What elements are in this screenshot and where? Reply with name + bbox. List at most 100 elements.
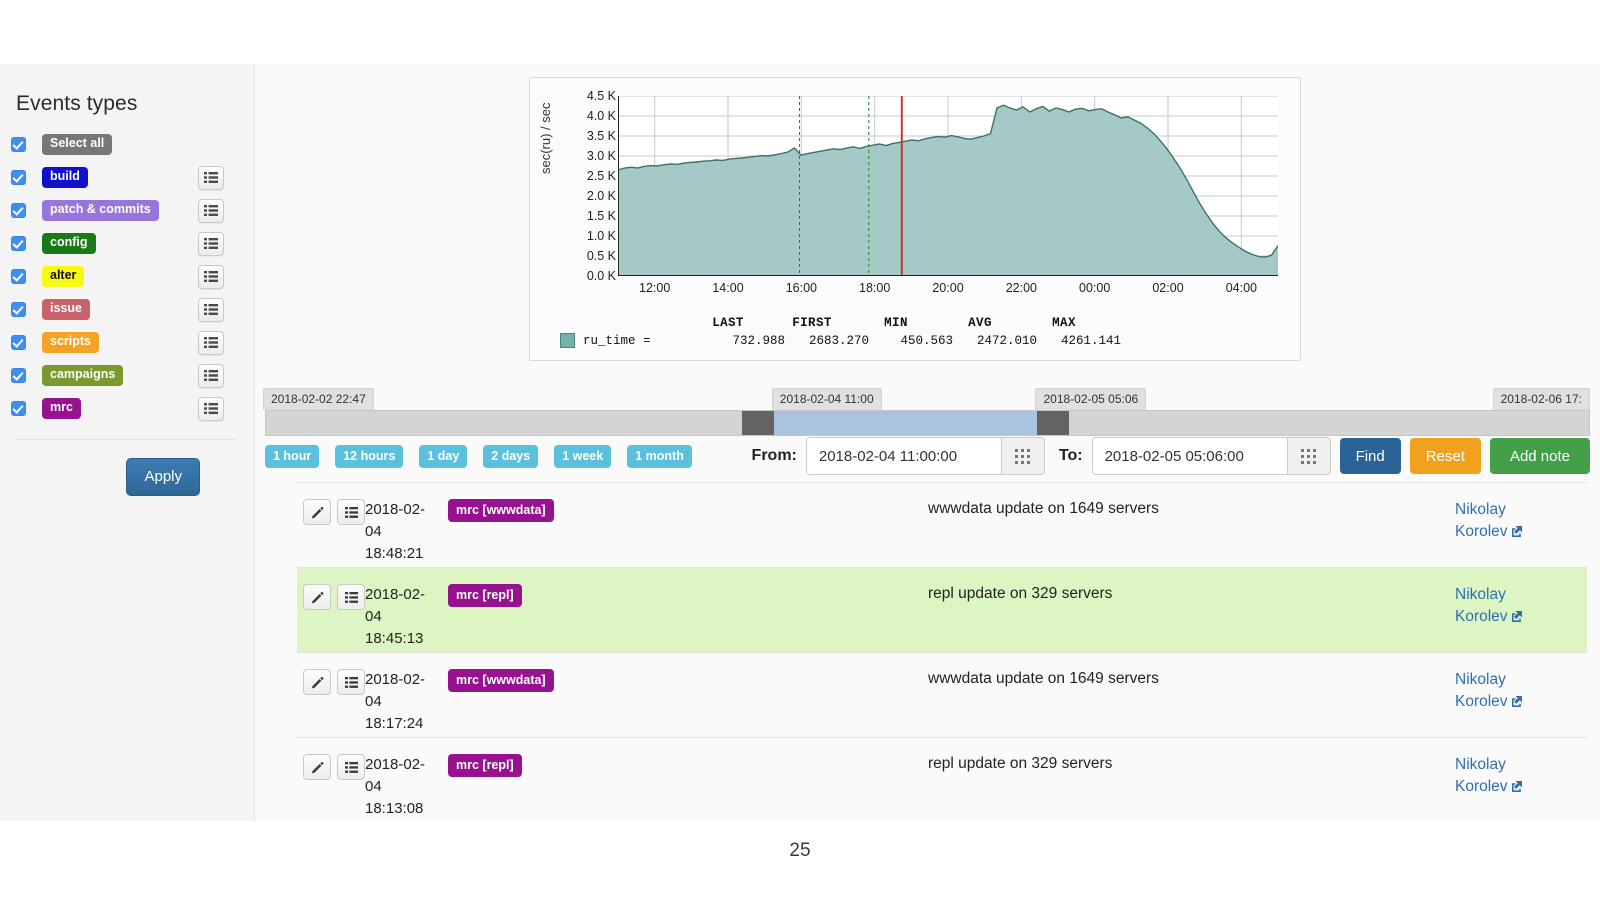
apply-button[interactable]: Apply xyxy=(126,458,200,496)
timeline-label-from: 2018-02-04 11:00 xyxy=(771,388,882,410)
x-tick-label: 02:00 xyxy=(1152,281,1184,295)
checkbox-config[interactable] xyxy=(11,236,26,251)
quick-range-12-hours[interactable]: 12 hours xyxy=(335,444,404,468)
page-number: 25 xyxy=(789,840,811,861)
row-timestamp: 2018-02- 04 18:17:24 xyxy=(365,669,440,735)
series-avg-value: 2472.010 xyxy=(976,333,1037,348)
status-badge[interactable]: mrc [wwwdata] xyxy=(448,499,554,522)
pencil-icon[interactable] xyxy=(303,584,331,610)
list-icon[interactable] xyxy=(198,297,224,322)
external-link-icon[interactable] xyxy=(1508,608,1523,625)
y-tick-label: 1.0 K xyxy=(586,229,616,243)
row-timestamp-part: 18:45:13 xyxy=(365,630,424,647)
external-link-icon[interactable] xyxy=(1508,693,1523,710)
timeline-label-end: 2018-02-06 17: xyxy=(1492,388,1590,410)
timeline-handle-right[interactable] xyxy=(1037,411,1070,435)
event-type-label[interactable]: issue xyxy=(42,299,90,320)
event-type-row-issue: issue xyxy=(0,293,254,326)
timeline-label-to: 2018-02-05 05:06 xyxy=(1035,388,1147,410)
events-table: 2018-02- 04 18:48:21 mrc [wwwdata] wwwdata u… xyxy=(297,482,1587,822)
event-type-row-scripts: scripts xyxy=(0,326,254,359)
event-type-label[interactable]: campaigns xyxy=(42,365,124,386)
row-author-last-wrap: Korolev xyxy=(1455,776,1587,798)
row-timestamp: 2018-02- 04 18:45:13 xyxy=(365,584,440,650)
metrics-chart-card: sec(ru) / sec 0.0 K 0.5 K 1.0 K 1.5 K 2.0 K2… xyxy=(529,77,1301,361)
event-type-label[interactable]: Select all xyxy=(42,134,113,155)
row-author-link[interactable]: Nikolay Korolev xyxy=(1455,584,1587,628)
reset-button[interactable]: Reset xyxy=(1409,438,1481,474)
quick-range-1-hour[interactable]: 1 hour xyxy=(265,444,320,468)
find-button[interactable]: Find xyxy=(1339,438,1401,474)
row-author-link[interactable]: Nikolay Korolev xyxy=(1455,669,1587,713)
list-icon[interactable] xyxy=(337,754,365,780)
row-timestamp-part: 18:48:21 xyxy=(365,545,424,562)
to-date-input[interactable] xyxy=(1092,438,1287,474)
list-icon[interactable] xyxy=(337,584,365,610)
y-tick-label: 2.5 K xyxy=(586,169,616,183)
list-icon[interactable] xyxy=(337,499,365,525)
pencil-icon[interactable] xyxy=(303,754,331,780)
row-author-link[interactable]: Nikolay Korolev xyxy=(1455,499,1587,543)
event-type-label[interactable]: mrc xyxy=(42,398,81,419)
row-author-last-wrap: Korolev xyxy=(1455,691,1587,713)
status-badge[interactable]: mrc [repl] xyxy=(448,754,522,777)
event-type-row-alter: alter xyxy=(0,260,254,293)
list-icon[interactable] xyxy=(198,165,224,190)
checkbox-scripts[interactable] xyxy=(11,335,26,350)
event-type-label[interactable]: patch & commits xyxy=(42,200,159,221)
series-max-value: 4261.141 xyxy=(1060,333,1121,348)
event-type-label[interactable]: alter xyxy=(42,266,85,287)
external-link-icon[interactable] xyxy=(1508,778,1523,795)
row-author-last-wrap: Korolev xyxy=(1455,606,1587,628)
row-tag-cell: mrc [wwwdata] xyxy=(440,499,928,522)
list-icon[interactable] xyxy=(198,330,224,355)
list-icon[interactable] xyxy=(198,264,224,289)
checkbox-issue[interactable] xyxy=(11,302,26,317)
list-icon[interactable] xyxy=(337,669,365,695)
legend-header-last: LAST xyxy=(712,316,744,330)
event-type-row-patch-commits: patch & commits xyxy=(0,194,254,227)
checkbox-alter[interactable] xyxy=(11,269,26,284)
series-first-value: 2683.270 xyxy=(808,333,869,348)
quick-range-buttons: 1 hour 12 hours 1 day 2 days 1 week 1 month xyxy=(265,444,708,468)
row-message: repl update on 329 servers xyxy=(928,585,1113,602)
table-row: 2018-02- 04 18:45:13 mrc [repl] repl update … xyxy=(297,567,1587,652)
timeline-handle-left[interactable] xyxy=(742,411,775,435)
add-note-button[interactable]: Add note xyxy=(1489,438,1590,474)
row-author-link[interactable]: Nikolay Korolev xyxy=(1455,754,1587,798)
external-link-icon[interactable] xyxy=(1508,523,1523,540)
quick-range-1-week[interactable]: 1 week xyxy=(554,444,612,468)
from-label: From: xyxy=(751,447,797,464)
status-badge[interactable]: mrc [repl] xyxy=(448,584,522,607)
list-icon[interactable] xyxy=(198,363,224,388)
checkbox-campaigns[interactable] xyxy=(11,368,26,383)
row-timestamp-part: 2018-02- xyxy=(365,501,426,518)
list-icon[interactable] xyxy=(198,396,224,421)
checkbox-patch-commits[interactable] xyxy=(11,203,26,218)
status-badge[interactable]: mrc [wwwdata] xyxy=(448,669,554,692)
row-timestamp-part: 2018-02- xyxy=(365,756,426,773)
quick-range-1-day[interactable]: 1 day xyxy=(419,444,468,468)
event-type-label[interactable]: build xyxy=(42,167,88,188)
pencil-icon[interactable] xyxy=(303,669,331,695)
quick-range-1-month[interactable]: 1 month xyxy=(627,444,692,468)
pencil-icon[interactable] xyxy=(303,499,331,525)
quick-range-2-days[interactable]: 2 days xyxy=(483,444,539,468)
event-type-label[interactable]: scripts xyxy=(42,332,99,353)
from-date-input[interactable] xyxy=(806,438,1001,474)
checkbox-mrc[interactable] xyxy=(11,401,26,416)
event-type-row-mrc: mrc xyxy=(0,392,254,425)
series-color-swatch xyxy=(560,333,575,348)
row-author-first: Nikolay xyxy=(1455,756,1506,773)
checkbox-select-all[interactable] xyxy=(11,137,26,152)
list-icon[interactable] xyxy=(198,231,224,256)
event-type-label[interactable]: config xyxy=(42,233,96,254)
to-calendar-icon[interactable] xyxy=(1286,438,1330,474)
list-icon[interactable] xyxy=(198,198,224,223)
series-min-value: 450.563 xyxy=(900,333,953,348)
range-controls: 1 hour 12 hours 1 day 2 days 1 week 1 month F… xyxy=(265,433,1590,479)
chart-legend-header: LAST FIRST MIN AVG MAX xyxy=(560,316,1272,330)
timeline-selection[interactable] xyxy=(774,411,1038,435)
from-calendar-icon[interactable] xyxy=(1000,438,1044,474)
checkbox-build[interactable] xyxy=(11,170,26,185)
